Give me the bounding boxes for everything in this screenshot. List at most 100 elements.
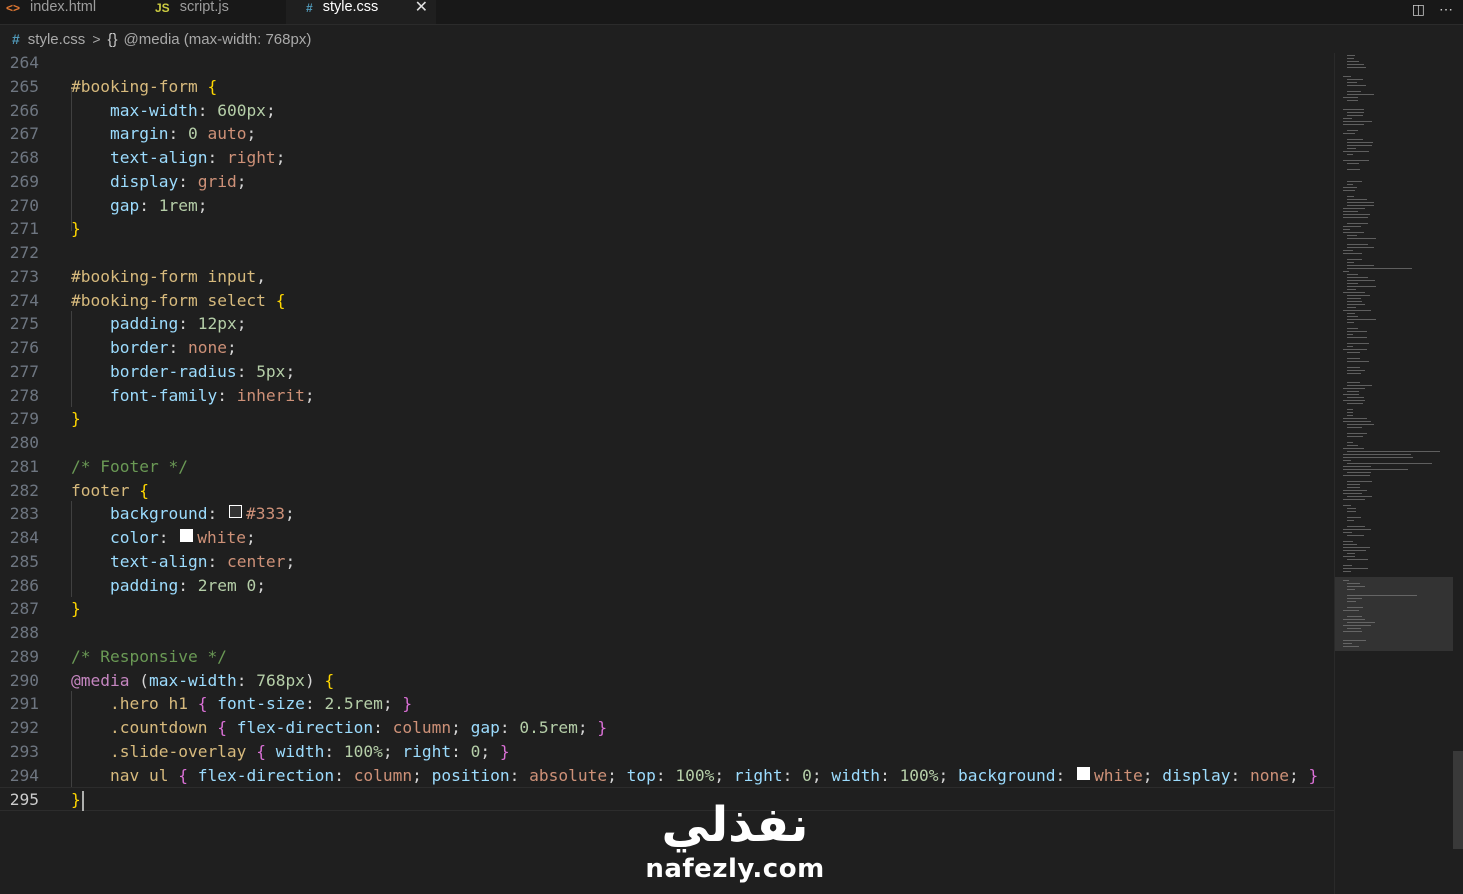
code-token: ;: [938, 765, 959, 785]
close-icon[interactable]: ✕: [415, 0, 428, 17]
minimap-line: [1347, 373, 1361, 374]
minimap-line: [1343, 250, 1353, 251]
vertical-scrollbar[interactable]: [1453, 53, 1463, 894]
code-line[interactable]: 264: [0, 53, 1334, 75]
breadcrumb-file[interactable]: style.css: [28, 31, 86, 48]
code-token: ;: [480, 741, 500, 761]
code-line[interactable]: 271}: [0, 217, 1334, 241]
line-number: 280: [9, 433, 39, 452]
code-line[interactable]: 282 footer {: [0, 479, 1334, 503]
tab-script-js[interactable]: JS script.js: [137, 0, 285, 24]
line-number: 289: [9, 646, 39, 666]
minimap-line: [1343, 556, 1355, 557]
minimap-line: [1347, 412, 1353, 413]
code-line[interactable]: 290 @media (max-width: 768px) {: [0, 669, 1334, 693]
minimap-line: [1343, 541, 1353, 542]
code-line[interactable]: 287}: [0, 597, 1334, 621]
code-line[interactable]: 284 color: white;: [0, 526, 1334, 550]
line-number: 292: [9, 718, 39, 737]
color-swatch-icon[interactable]: [228, 505, 242, 519]
code-token: {: [275, 290, 286, 310]
code-line[interactable]: 279}: [0, 407, 1334, 431]
minimap-line: [1343, 226, 1361, 227]
code-line[interactable]: 275 padding: 12px;: [0, 312, 1334, 336]
code-line[interactable]: 267 margin: 0 auto;: [0, 122, 1334, 146]
code-line[interactable]: 276 border: none;: [0, 336, 1334, 360]
code-line[interactable]: 283 background: #333;: [0, 502, 1334, 526]
code-line[interactable]: 268 text-align: right;: [0, 146, 1334, 170]
minimap-line: [1343, 253, 1362, 254]
code-line[interactable]: 274 #booking-form select {: [0, 289, 1334, 313]
code-line[interactable]: 277 border-radius: 5px;: [0, 360, 1334, 384]
tab-style-css[interactable]: # style.css ✕: [286, 0, 436, 24]
more-actions-icon[interactable]: ⋯: [1439, 1, 1453, 18]
code-line[interactable]: 265 #booking-form {: [0, 75, 1334, 99]
minimap-line: [1347, 334, 1353, 335]
code-line[interactable]: 278 font-family: inherit;: [0, 384, 1334, 408]
line-code: background: #333;: [71, 502, 295, 526]
minimap-line: [1347, 169, 1360, 170]
code-editor[interactable]: 264 265 #booking-form {266 max-width: 600p…: [0, 53, 1334, 894]
minimap[interactable]: [1334, 53, 1454, 894]
code-line[interactable]: 273 #booking-form input,: [0, 265, 1334, 289]
code-token: 0: [246, 575, 257, 595]
color-swatch-icon[interactable]: [180, 529, 194, 542]
code-line[interactable]: 269 display: grid;: [0, 170, 1334, 194]
tab-index-html[interactable]: <> index.html: [0, 0, 136, 24]
code-line[interactable]: 272: [0, 241, 1334, 265]
code-line[interactable]: 286 padding: 2rem 0;: [0, 574, 1334, 598]
breadcrumb-scope[interactable]: @media (max-width: 768px): [124, 31, 312, 48]
minimap-line: [1347, 238, 1376, 239]
code-token: :: [373, 718, 393, 737]
minimap-line: [1343, 547, 1370, 548]
minimap-line: [1347, 586, 1365, 587]
minimap-line: [1347, 427, 1362, 428]
minimap-line: [1347, 247, 1374, 248]
code-line[interactable]: 270 gap: 1rem;: [0, 194, 1334, 218]
minimap-line: [1347, 559, 1368, 560]
minimap-line: [1343, 232, 1364, 233]
code-token: }: [71, 219, 81, 239]
code-line[interactable]: 281 /* Footer */: [0, 455, 1334, 479]
code-token: ;: [577, 718, 598, 737]
minimap-line: [1347, 130, 1358, 131]
line-code: gap: 1rem;: [71, 194, 207, 218]
code-token: 2.5rem: [324, 694, 383, 714]
line-number: 291: [9, 694, 39, 714]
minimap-line: [1343, 505, 1351, 506]
code-line[interactable]: 291 .hero h1 { font-size: 2.5rem; }: [0, 692, 1334, 716]
code-token: :: [451, 741, 471, 761]
split-editor-icon[interactable]: ◫: [1412, 1, 1425, 18]
code-line[interactable]: 292 .countdown { flex-direction: column;…: [0, 716, 1334, 740]
code-token: ;: [285, 551, 296, 571]
minimap-line: [1347, 583, 1360, 584]
minimap-line: [1343, 550, 1366, 551]
code-line[interactable]: 293 .slide-overlay { width: 100%; right:…: [0, 740, 1334, 764]
code-token: 100%: [343, 741, 383, 761]
editor-actions: ◫ ⋯: [1412, 0, 1453, 18]
code-token: {: [324, 670, 335, 690]
code-line[interactable]: 266 max-width: 600px;: [0, 99, 1334, 123]
scrollbar-thumb[interactable]: [1453, 751, 1463, 849]
minimap-line: [1347, 370, 1365, 371]
minimap-line: [1343, 124, 1364, 125]
minimap-line: [1347, 313, 1355, 314]
code-line[interactable]: 280: [0, 431, 1334, 455]
code-line[interactable]: 289 /* Responsive */: [0, 645, 1334, 669]
minimap-line: [1347, 598, 1362, 599]
code-line[interactable]: 285 text-align: center;: [0, 550, 1334, 574]
line-number: 294: [9, 765, 39, 785]
code-line[interactable]: 294 nav ul { flex-direction: column; pos…: [0, 764, 1334, 788]
code-line[interactable]: 288: [0, 621, 1334, 645]
code-token: :: [236, 361, 257, 381]
minimap-line: [1347, 82, 1357, 83]
color-swatch-icon[interactable]: [1077, 766, 1091, 780]
code-token: :: [158, 528, 179, 547]
